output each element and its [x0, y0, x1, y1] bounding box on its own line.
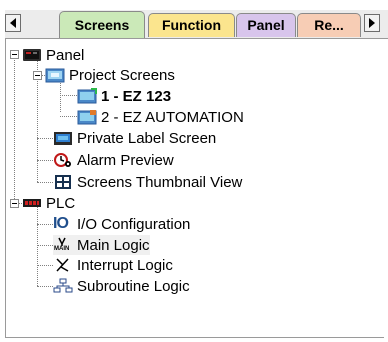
screen-icon [77, 109, 97, 125]
tree-item-alarm-preview[interactable]: Alarm Preview [53, 150, 174, 170]
tree-item-label: Interrupt Logic [77, 256, 173, 274]
tree-item-label: Screens Thumbnail View [77, 173, 243, 191]
screen-icon [77, 88, 97, 104]
tree-item-main-logic[interactable]: MAIN Main Logic [53, 235, 150, 255]
tree-connector [37, 265, 53, 266]
tree-item-label: PLC [46, 194, 76, 212]
tree-item-private-label-screen[interactable]: Private Label Screen [53, 128, 216, 148]
tree-connector [14, 60, 15, 203]
tree-item-plc[interactable]: PLC [22, 193, 75, 213]
tree-item-subroutine-logic[interactable]: Subroutine Logic [53, 276, 190, 296]
tree-item-label: Private Label Screen [77, 129, 217, 147]
tree-item-label: Alarm Preview [77, 151, 174, 169]
tree-connector [37, 206, 38, 286]
tree-item-label: I/O Configuration [77, 215, 191, 233]
tree-item-io-configuration[interactable]: IO I/O Configuration [53, 214, 190, 234]
screens-tree: Panel Project Screens 1 - EZ 123 2 - EZ … [0, 0, 388, 342]
tree-item-interrupt-logic[interactable]: Interrupt Logic [53, 255, 173, 275]
tree-item-label: 1 - EZ 123 [101, 87, 172, 105]
tree-connector [37, 182, 53, 183]
io-configuration-icon: IO [53, 215, 69, 232]
tree-item-label: Project Screens [69, 66, 175, 84]
tree-connector [60, 95, 77, 96]
alarm-clock-icon [53, 152, 73, 168]
tree-connector [60, 116, 77, 117]
tree-item-label: Main Logic [77, 236, 150, 254]
main-logic-icon: MAIN [53, 237, 73, 253]
main-logic-icon-text: MAIN [54, 246, 70, 252]
tree-item-panel[interactable]: Panel [22, 45, 84, 65]
tree-connector [37, 160, 53, 161]
tree-item-label: Subroutine Logic [77, 277, 190, 295]
collapse-project-screens-expander[interactable] [33, 71, 42, 80]
tree-item-label: 2 - EZ AUTOMATION [101, 108, 244, 126]
private-label-screen-icon [53, 130, 73, 146]
tree-item-screens-thumbnail-view[interactable]: Screens Thumbnail View [53, 172, 242, 192]
plc-device-icon [22, 195, 42, 211]
subroutine-logic-icon [53, 278, 73, 294]
collapse-panel-expander[interactable] [10, 50, 19, 59]
tree-connector [37, 286, 53, 287]
collapse-plc-expander[interactable] [10, 199, 19, 208]
tree-item-screen-1[interactable]: 1 - EZ 123 [77, 86, 171, 106]
panel-device-icon [22, 47, 42, 63]
tree-item-screen-2[interactable]: 2 - EZ AUTOMATION [77, 107, 244, 127]
tree-connector [37, 224, 53, 225]
tree-item-project-screens[interactable]: Project Screens [45, 65, 175, 85]
thumbnail-grid-icon [53, 174, 73, 190]
tree-item-label: Panel [46, 46, 85, 64]
interrupt-logic-icon [53, 257, 73, 273]
tree-connector [37, 245, 53, 246]
screens-folder-icon [45, 67, 65, 83]
tree-connector [37, 138, 53, 139]
